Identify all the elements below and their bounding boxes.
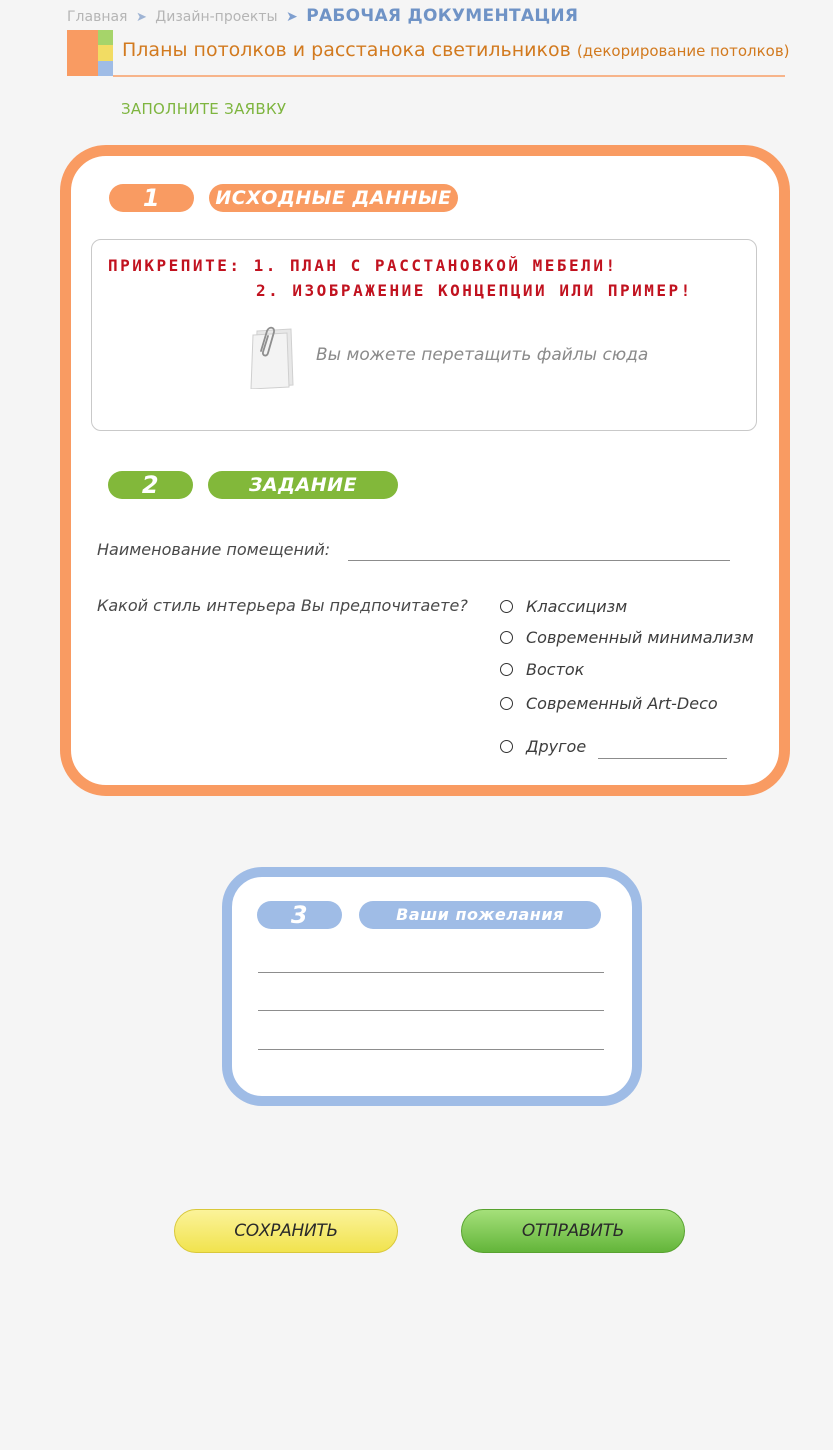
section-1-number: 1	[109, 184, 194, 212]
header-color-blocks-icon	[67, 30, 113, 76]
radio-label: Восток	[526, 660, 585, 679]
radio-label: Современный минимализм	[526, 628, 754, 647]
send-button[interactable]: ОТПРАВИТЬ	[461, 1209, 685, 1253]
breadcrumb-current: РАБОЧАЯ ДОКУМЕНТАЦИЯ	[306, 6, 579, 26]
section-2-number: 2	[108, 471, 193, 499]
radio-label: Другое	[526, 737, 587, 756]
section-1-title: ИСХОДНЫЕ ДАННЫЕ	[209, 184, 458, 212]
breadcrumb-arrow-icon: ➤	[286, 9, 298, 25]
wishes-input-line-3[interactable]	[258, 1049, 604, 1050]
radio-button[interactable]	[500, 631, 513, 644]
radio-button[interactable]	[500, 740, 513, 753]
file-upload-dropzone[interactable]: ПРИКРЕПИТЕ: 1. ПЛАН С РАССТАНОВКОЙ МЕБЕЛ…	[91, 239, 757, 431]
breadcrumb-link-design-projects[interactable]: Дизайн-проекты	[155, 9, 277, 25]
breadcrumb-arrow-icon: ➤	[135, 10, 147, 25]
other-style-input[interactable]	[598, 738, 727, 759]
wishes-input-line-1[interactable]	[258, 972, 604, 973]
save-button[interactable]: СОХРАНИТЬ	[174, 1209, 398, 1253]
fill-request-heading: ЗАПОЛНИТЕ ЗАЯВКУ	[121, 100, 287, 118]
attach-instruction-2: 2. ИЗОБРАЖЕНИЕ КОНЦЕПЦИИ ИЛИ ПРИМЕР!	[256, 281, 693, 300]
page-title-text: Планы потолков и расстанока светильников	[122, 39, 571, 61]
rooms-input[interactable]	[348, 540, 730, 561]
title-divider	[113, 75, 785, 77]
style-option-classicism[interactable]: Классицизм	[500, 597, 627, 616]
wishes-input-line-2[interactable]	[258, 1010, 604, 1011]
page-subtitle: (декорирование потолков)	[576, 42, 790, 60]
style-option-east[interactable]: Восток	[500, 660, 584, 679]
page-title: Планы потолков и расстанока светильников…	[122, 39, 790, 61]
radio-button[interactable]	[500, 600, 513, 613]
attach-instruction-1: ПРИКРЕПИТЕ: 1. ПЛАН С РАССТАНОВКОЙ МЕБЕЛ…	[108, 256, 618, 275]
rooms-label: Наименование помещений:	[97, 540, 331, 559]
breadcrumb: Главная ➤ Дизайн-проекты ➤ РАБОЧАЯ ДОКУМ…	[67, 6, 578, 26]
radio-label: Классицизм	[526, 597, 628, 616]
radio-label: Современный Art-Deco	[526, 694, 718, 713]
breadcrumb-link-home[interactable]: Главная	[67, 9, 127, 25]
paper-clip-icon	[250, 326, 294, 389]
drop-files-hint: Вы можете перетащить файлы сюда	[316, 345, 649, 365]
section-3-title: Ваши пожелания	[359, 901, 601, 929]
radio-button[interactable]	[500, 697, 513, 710]
style-question: Какой стиль интерьера Вы предпочитаете?	[97, 596, 468, 615]
style-option-art-deco[interactable]: Современный Art-Deco	[500, 694, 718, 713]
radio-button[interactable]	[500, 663, 513, 676]
section-2-title: ЗАДАНИЕ	[208, 471, 398, 499]
style-option-minimalism[interactable]: Современный минимализм	[500, 628, 754, 647]
style-option-other[interactable]: Другое	[500, 737, 586, 756]
section-3-number: 3	[257, 901, 342, 929]
